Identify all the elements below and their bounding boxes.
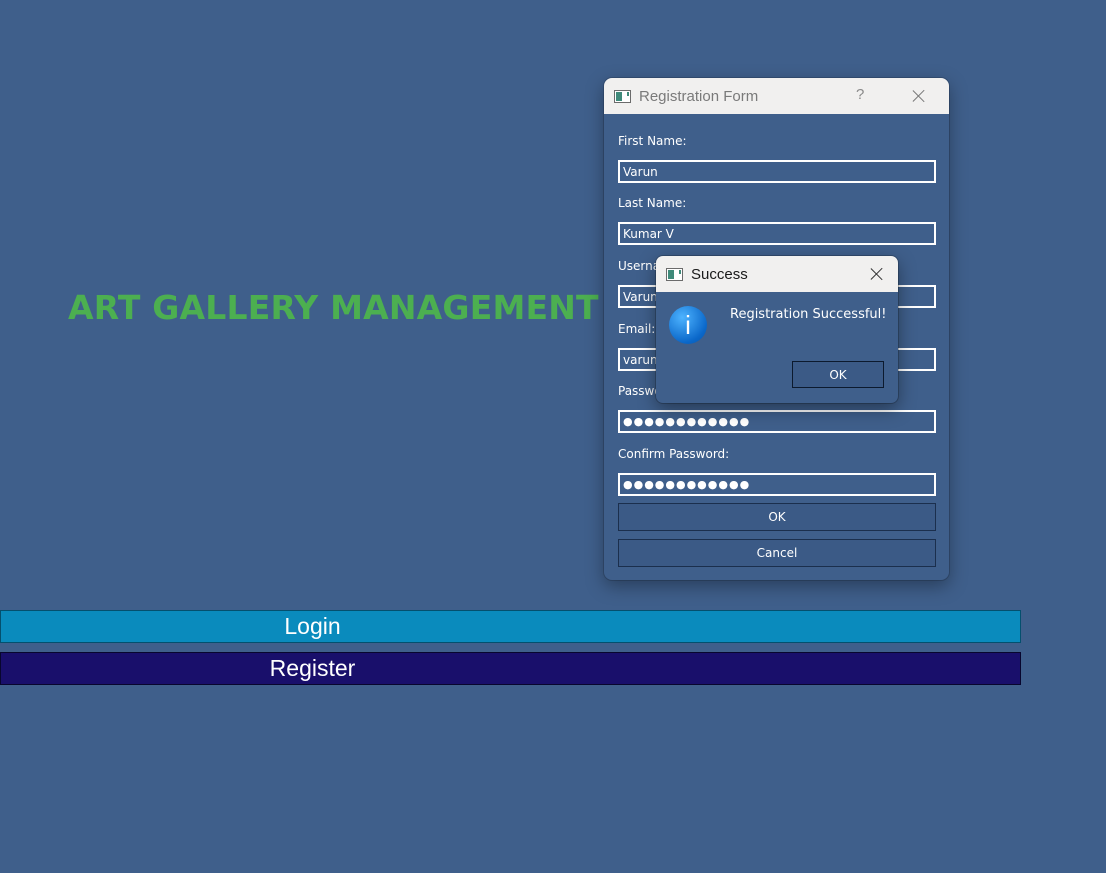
login-button-label: Login <box>284 613 341 639</box>
success-message: Registration Successful! <box>730 307 887 322</box>
window-icon <box>614 89 631 103</box>
last-name-field[interactable] <box>618 222 936 245</box>
success-dialog-title: Success <box>691 265 748 283</box>
last-name-label: Last Name: <box>618 196 687 210</box>
registration-cancel-label: Cancel <box>756 546 798 560</box>
registration-dialog-title: Registration Form <box>639 87 759 105</box>
register-button-label: Register <box>269 655 356 681</box>
success-ok-button[interactable]: OK <box>792 361 884 388</box>
first-name-field[interactable] <box>618 160 936 183</box>
app-title: ART GALLERY MANAGEMENT <box>68 288 599 327</box>
registration-dialog-titlebar[interactable]: Registration Form ? <box>604 78 949 114</box>
first-name-label: First Name: <box>618 134 687 148</box>
register-button[interactable]: Register <box>0 652 1021 685</box>
close-icon[interactable] <box>868 265 886 283</box>
registration-ok-button[interactable]: OK <box>618 503 936 531</box>
success-dialog: Success i Registration Successful! OK <box>656 256 898 403</box>
registration-ok-label: OK <box>768 510 786 524</box>
success-ok-label: OK <box>829 367 847 382</box>
success-dialog-titlebar[interactable]: Success <box>656 256 898 292</box>
close-icon[interactable] <box>910 87 928 105</box>
confirm-password-field[interactable] <box>618 473 936 496</box>
login-button[interactable]: Login <box>0 610 1021 643</box>
help-button[interactable]: ? <box>856 86 864 103</box>
info-icon: i <box>669 306 707 344</box>
password-field[interactable] <box>618 410 936 433</box>
email-label: Email: <box>618 322 656 336</box>
registration-cancel-button[interactable]: Cancel <box>618 539 936 567</box>
window-icon <box>666 267 683 281</box>
confirm-password-label: Confirm Password: <box>618 447 730 461</box>
